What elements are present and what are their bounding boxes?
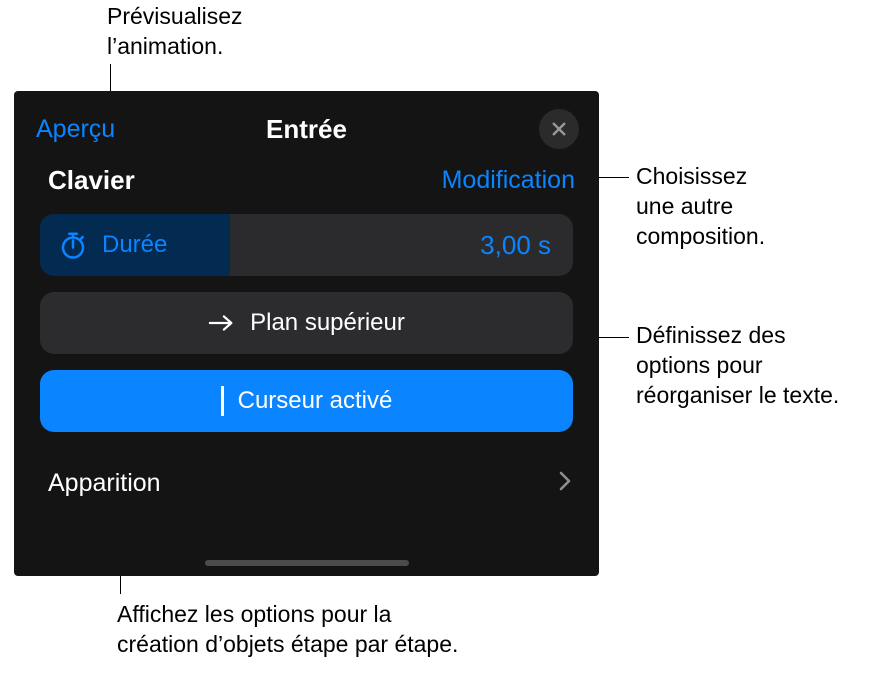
arrow-right-icon bbox=[208, 313, 236, 333]
callout-reorganize: Définissez des options pour réorganiser … bbox=[636, 321, 839, 411]
duration-value: 3,00 s bbox=[480, 230, 573, 261]
cursor-button[interactable]: Curseur activé bbox=[40, 370, 573, 432]
stopwatch-icon bbox=[58, 230, 88, 260]
cursor-icon bbox=[221, 386, 224, 416]
home-indicator[interactable] bbox=[205, 560, 409, 566]
effect-name-label: Clavier bbox=[48, 165, 135, 196]
panel-title: Entrée bbox=[266, 114, 347, 145]
panel-subheader: Clavier Modification bbox=[14, 159, 599, 214]
top-level-button[interactable]: Plan supérieur bbox=[40, 292, 573, 354]
callout-preview: Prévisualisez l’animation. bbox=[107, 2, 243, 62]
top-level-label: Plan supérieur bbox=[250, 309, 405, 337]
cursor-label: Curseur activé bbox=[238, 387, 393, 415]
appearance-label: Apparition bbox=[48, 469, 161, 498]
close-icon bbox=[550, 120, 568, 138]
close-button[interactable] bbox=[539, 109, 579, 149]
duration-left: Durée bbox=[40, 230, 167, 260]
callout-composition: Choisissez une autre composition. bbox=[636, 162, 765, 252]
duration-slider[interactable]: Durée 3,00 s bbox=[40, 214, 573, 276]
chevron-right-icon bbox=[559, 471, 571, 496]
panel-header: Aperçu Entrée bbox=[14, 91, 599, 159]
animation-panel: Aperçu Entrée Clavier Modification bbox=[14, 91, 599, 576]
duration-label: Durée bbox=[102, 231, 167, 259]
appearance-row[interactable]: Apparition bbox=[14, 458, 599, 508]
panel-body: Durée 3,00 s Plan supérieur Curseur acti… bbox=[14, 214, 599, 432]
modify-button[interactable]: Modification bbox=[442, 166, 575, 195]
callout-appearance: Affichez les options pour la création d’… bbox=[117, 600, 458, 660]
preview-button[interactable]: Aperçu bbox=[36, 115, 115, 144]
